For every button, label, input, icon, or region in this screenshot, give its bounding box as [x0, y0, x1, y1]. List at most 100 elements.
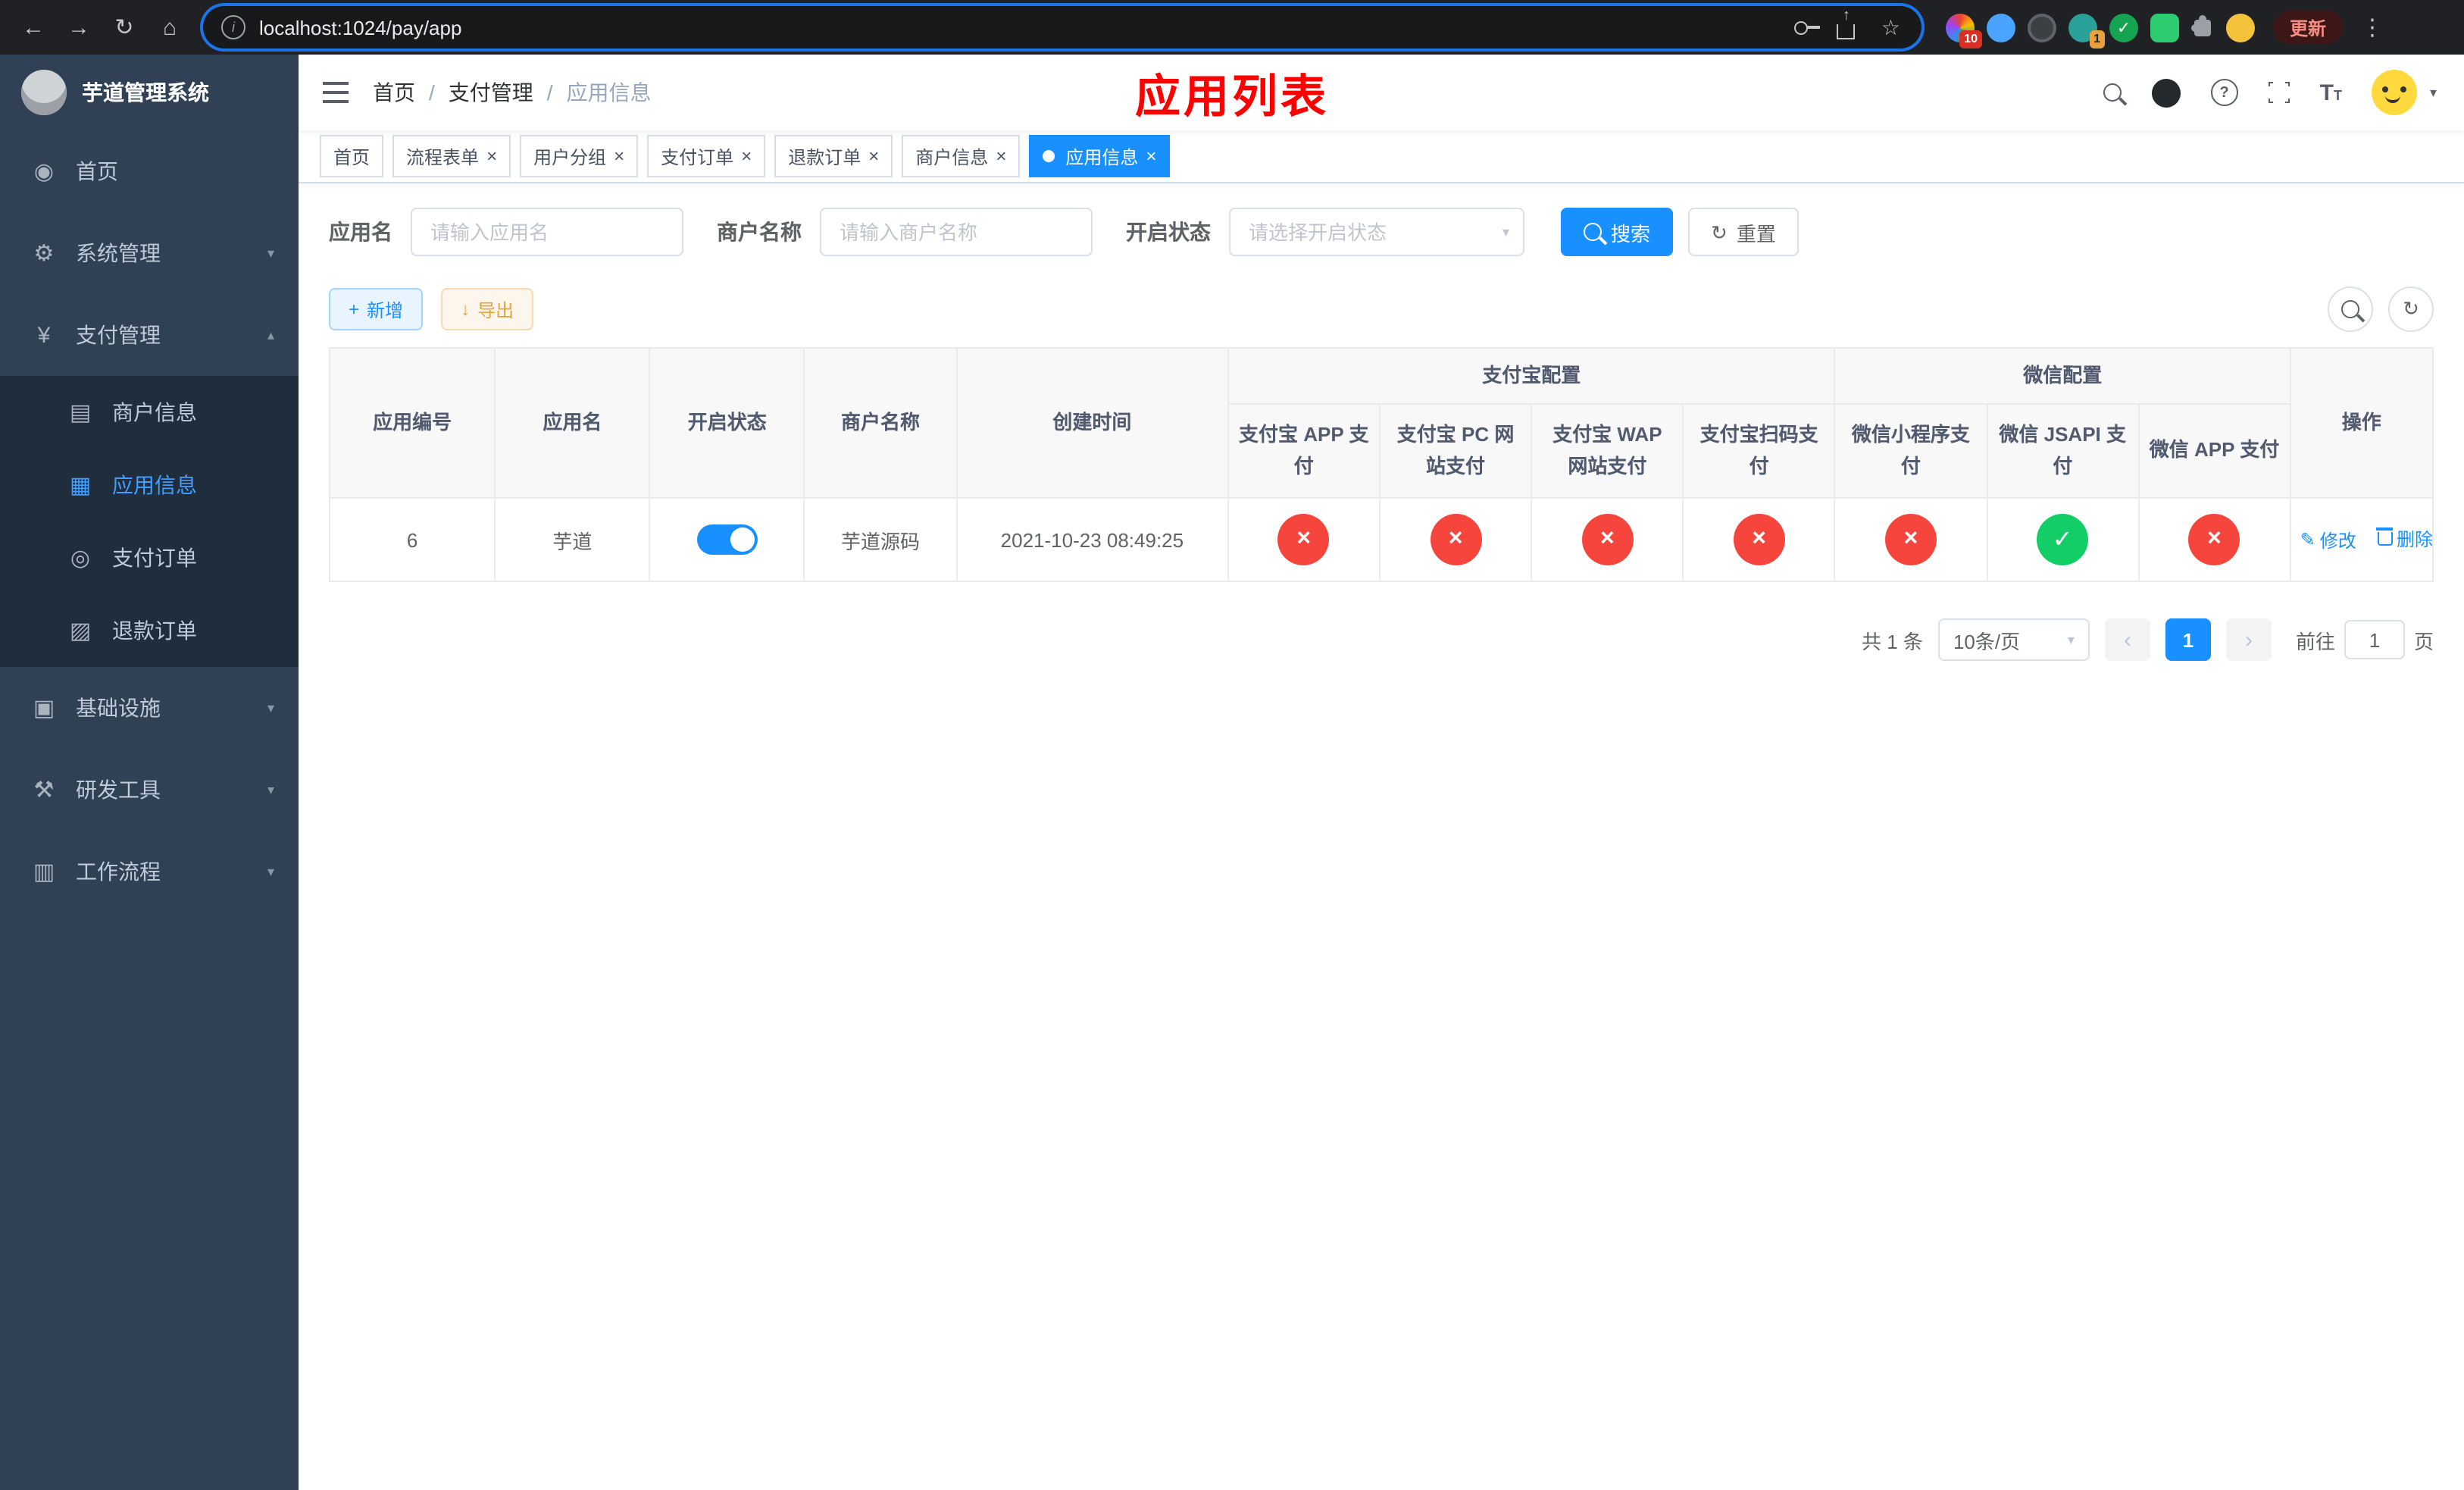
extension-icon-4[interactable]: 1 [2068, 13, 2105, 48]
group-header-alipay: 支付宝配置 [1227, 347, 1836, 405]
reload-icon[interactable]: ↻ [103, 6, 145, 49]
yen-icon: ¥ [37, 322, 51, 348]
chevron-down-icon: ▾ [267, 863, 274, 878]
extension-icon-1[interactable]: 10 [1946, 13, 1982, 48]
top-navbar: 首页 / 支付管理 / 应用信息 应用列表 ? TT ▾ [299, 55, 2464, 130]
page-number-1[interactable]: 1 [2165, 618, 2211, 661]
fullscreen-icon[interactable] [2265, 79, 2293, 106]
github-icon[interactable] [2151, 78, 2181, 107]
tab-process-form[interactable]: 流程表单 × [392, 135, 511, 177]
extension-icon-2[interactable] [1987, 13, 2015, 42]
status-toggle[interactable] [696, 524, 758, 555]
close-icon[interactable]: × [996, 147, 1006, 165]
bookmark-star-icon[interactable]: ☆ [1881, 14, 1900, 40]
group-header-wechat: 微信配置 [1834, 347, 2291, 405]
status-label: 开启状态 [1126, 220, 1211, 244]
sidebar: 芋道管理系统 ◉ 首页 ⚙ 系统管理 ▾ ¥ 支付管理 ▴ ▤ 商户信息 ▦ 应… [0, 55, 299, 1490]
browser-menu-icon[interactable]: ⋮ [2355, 14, 2390, 41]
logo-avatar [21, 70, 67, 115]
sidebar-item-pay-orders[interactable]: ◎ 支付订单 [0, 521, 299, 594]
sidebar-item-refund-orders[interactable]: ▨ 退款订单 [0, 594, 299, 667]
download-icon: ↓ [461, 299, 471, 320]
wechat-app-status-icon: × [2188, 514, 2240, 565]
filter-form: 应用名 商户名称 开启状态 ▾ 搜索 [329, 208, 2434, 256]
next-page-button[interactable]: › [2225, 618, 2272, 661]
hamburger-icon[interactable] [299, 55, 373, 130]
update-chip[interactable]: 更新 [2273, 11, 2344, 44]
sidebar-item-merchant-info[interactable]: ▤ 商户信息 [0, 376, 299, 449]
refresh-icon: ↻ [2403, 297, 2419, 320]
extension-icon-5[interactable]: ✓ [2109, 13, 2138, 42]
sidebar-item-infrastructure[interactable]: ▣ 基础设施 ▾ [0, 667, 299, 749]
site-info-icon[interactable]: i [221, 15, 245, 39]
font-size-icon[interactable]: TT [2320, 80, 2342, 105]
export-button[interactable]: ↓ 导出 [441, 288, 534, 330]
app-logo[interactable]: 芋道管理系统 [0, 55, 299, 130]
forward-icon[interactable]: → [58, 6, 100, 49]
sidebar-item-payment[interactable]: ¥ 支付管理 ▴ [0, 294, 299, 376]
password-key-icon[interactable] [1794, 20, 1821, 34]
col-header-actions: 操作 [2289, 347, 2434, 499]
goto-page-input[interactable] [2344, 620, 2405, 659]
breadcrumb-home[interactable]: 首页 [373, 77, 415, 108]
refresh-table-button[interactable]: ↻ [2388, 286, 2434, 332]
sidebar-item-system[interactable]: ⚙ 系统管理 ▾ [0, 212, 299, 294]
tab-pay-orders[interactable]: 支付订单 × [647, 135, 766, 177]
extension-badge: 1 [2089, 30, 2105, 48]
col-header-wechat-mini: 微信小程序支付 [1834, 403, 1988, 499]
close-icon[interactable]: × [868, 147, 879, 165]
tab-home[interactable]: 首页 [320, 135, 384, 177]
edit-link[interactable]: ✎ 修改 [2300, 527, 2356, 553]
close-icon[interactable]: × [486, 147, 497, 165]
search-button[interactable]: 搜索 [1561, 208, 1674, 256]
col-header-name: 应用名 [494, 347, 651, 499]
home-icon[interactable]: ⌂ [149, 6, 191, 49]
profile-avatar-icon[interactable] [2226, 13, 2255, 42]
page-size-select[interactable]: 10条/页 ▾ [1937, 618, 2090, 661]
browser-toolbar: ← → ↻ ⌂ i localhost:1024/pay/app ☆ 10 1 … [0, 0, 2464, 55]
close-icon[interactable]: × [1146, 147, 1156, 165]
sidebar-item-workflow[interactable]: ▥ 工作流程 ▾ [0, 831, 299, 912]
extensions-puzzle-icon[interactable] [2190, 15, 2211, 36]
address-bar[interactable]: i localhost:1024/pay/app ☆ [203, 6, 1921, 49]
col-header-alipay-app: 支付宝 APP 支付 [1227, 403, 1381, 499]
content-area: 应用名 商户名称 开启状态 ▾ 搜索 [299, 183, 2464, 1490]
server-icon: ▣ [33, 696, 55, 722]
app-name-input[interactable] [411, 208, 683, 256]
merchant-name-input[interactable] [820, 208, 1093, 256]
help-icon[interactable]: ? [2210, 79, 2238, 106]
tab-merchant-info[interactable]: 商户信息 × [902, 135, 1021, 177]
reset-button[interactable]: ↻ 重置 [1688, 208, 1799, 256]
col-header-alipay-qr: 支付宝扫码支付 [1682, 403, 1836, 499]
close-icon[interactable]: × [741, 147, 752, 165]
breadcrumb-section[interactable]: 支付管理 [449, 77, 533, 108]
close-icon[interactable]: × [614, 147, 624, 165]
tab-user-group[interactable]: 用户分组 × [520, 135, 639, 177]
breadcrumb-current: 应用信息 [566, 80, 652, 105]
extension-icon-6[interactable] [2150, 13, 2179, 42]
sidebar-item-home[interactable]: ◉ 首页 [0, 130, 299, 212]
sidebar-item-dev-tools[interactable]: ⚒ 研发工具 ▾ [0, 749, 299, 831]
toggle-search-button[interactable] [2328, 286, 2373, 332]
prev-page-button[interactable]: ‹ [2104, 618, 2150, 661]
search-icon[interactable] [2103, 83, 2122, 102]
page-title: 应用列表 [1135, 73, 1329, 123]
user-avatar[interactable] [2372, 70, 2418, 115]
add-button[interactable]: + 新增 [329, 288, 424, 330]
extensions-area: 10 1 ✓ [1946, 13, 2255, 48]
col-header-wechat-app: 微信 APP 支付 [2137, 403, 2291, 499]
search-icon [1584, 223, 1602, 241]
share-icon[interactable] [1837, 23, 1856, 39]
back-icon[interactable]: ← [12, 6, 55, 49]
chevron-down-icon[interactable]: ▾ [2430, 84, 2437, 101]
col-header-status: 开启状态 [649, 347, 805, 499]
tab-app-info[interactable]: 应用信息 × [1029, 135, 1171, 177]
status-select[interactable]: ▾ [1229, 208, 1524, 256]
delete-link[interactable]: 删除 [2375, 527, 2433, 552]
app-name-label: 应用名 [329, 220, 392, 244]
sidebar-item-app-info[interactable]: ▦ 应用信息 [0, 449, 299, 521]
url-text[interactable]: localhost:1024/pay/app [259, 16, 1781, 39]
extension-icon-3[interactable] [2028, 13, 2056, 42]
tab-refund-orders[interactable]: 退款订单 × [774, 135, 893, 177]
alipay-pc-status-icon: × [1430, 514, 1482, 565]
